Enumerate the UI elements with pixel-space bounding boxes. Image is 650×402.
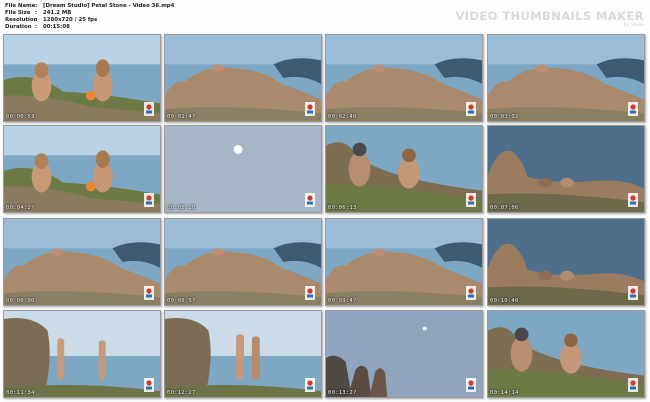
video-thumbnail[interactable]: 00:10:40 — [487, 218, 645, 306]
video-thumbnail[interactable]: 00:00:53 — [3, 34, 161, 122]
studio-logo-icon — [466, 378, 476, 392]
info-key: File Size — [5, 9, 31, 16]
thumbnail-image — [4, 35, 160, 121]
info-separator: : — [35, 23, 38, 30]
thumbnail-timestamp: 00:02:40 — [328, 114, 357, 120]
thumbnail-timestamp: 00:01:4? — [167, 114, 196, 120]
thumbnail-timestamp: 00:09:4? — [328, 298, 357, 304]
thumbnail-image — [326, 126, 482, 212]
video-thumbnail[interactable]: 00:12:27 — [164, 310, 322, 398]
studio-logo-icon — [628, 378, 638, 392]
info-row-file-name: File Name : [Dream Studio] Petal Stone -… — [5, 3, 174, 10]
video-thumbnail[interactable]: 00:06:13 — [325, 125, 483, 213]
thumbnail-image — [4, 219, 160, 305]
video-thumbnail[interactable]: 00:02:40 — [325, 34, 483, 122]
studio-logo-icon — [305, 193, 315, 207]
info-value-file-size: 241.2 MB — [43, 9, 72, 16]
video-thumbnail[interactable]: 00:05:20 — [164, 125, 322, 213]
thumbnail-timestamp: 00:14:14 — [490, 390, 519, 396]
studio-logo-icon — [305, 102, 315, 116]
thumbnail-image — [165, 219, 321, 305]
thumbnail-image — [488, 126, 644, 212]
video-thumbnail[interactable]: 00:13:2? — [325, 310, 483, 398]
thumbnail-timestamp: 00:00:53 — [6, 114, 35, 120]
thumbnail-image — [488, 35, 644, 121]
thumbnail-timestamp: 00:07:06 — [490, 205, 519, 211]
studio-logo-icon — [466, 286, 476, 300]
studio-logo-icon — [144, 286, 154, 300]
thumbnail-timestamp: 00:08:00 — [6, 298, 35, 304]
info-row-resolution: Resolution : 1280x720 / 25 fps — [5, 17, 174, 24]
video-thumbnail[interactable]: 00:09:4? — [325, 218, 483, 306]
thumbnail-timestamp: 00:04:2? — [6, 205, 35, 211]
studio-logo-icon — [305, 378, 315, 392]
thumbnail-image — [488, 311, 644, 397]
file-info-panel: File Name : [Dream Studio] Petal Stone -… — [5, 3, 174, 31]
studio-logo-icon — [144, 102, 154, 116]
thumbnail-image — [326, 311, 482, 397]
info-key: Duration — [5, 23, 32, 30]
video-thumbnail[interactable]: 00:08:5? — [164, 218, 322, 306]
video-thumbnail[interactable]: 00:11:34 — [3, 310, 161, 398]
thumbnail-timestamp: 00:12:27 — [167, 390, 196, 396]
video-thumbnail[interactable]: 00:08:00 — [3, 218, 161, 306]
thumbnail-image — [488, 219, 644, 305]
studio-logo-icon — [466, 193, 476, 207]
studio-logo-icon — [628, 286, 638, 300]
thumbnail-image — [165, 311, 321, 397]
info-value-resolution: 1280x720 / 25 fps — [43, 16, 98, 23]
video-thumbnail[interactable]: 00:14:14 — [487, 310, 645, 398]
thumbnail-timestamp: 00:03:32 — [490, 114, 519, 120]
thumbnail-timestamp: 00:10:40 — [490, 298, 519, 304]
info-key: Resolution — [5, 16, 38, 23]
info-separator: : — [35, 9, 38, 16]
studio-logo-icon — [144, 378, 154, 392]
thumbnail-image — [326, 35, 482, 121]
info-key: File Name — [5, 3, 36, 9]
thumbnail-timestamp: 00:06:13 — [328, 205, 357, 211]
thumbnail-timestamp: 00:13:2? — [328, 390, 357, 396]
video-thumbnail[interactable]: 00:01:4? — [164, 34, 322, 122]
info-row-file-size: File Size : 241.2 MB — [5, 10, 174, 17]
studio-logo-icon — [628, 102, 638, 116]
video-thumbnail[interactable]: 00:07:06 — [487, 125, 645, 213]
studio-logo-icon — [628, 193, 638, 207]
thumbnail-image — [326, 219, 482, 305]
thumbnail-timestamp: 00:05:20 — [167, 205, 196, 211]
video-thumbnail[interactable]: 00:03:32 — [487, 34, 645, 122]
studio-logo-icon — [305, 286, 315, 300]
thumbnail-timestamp: 00:11:34 — [6, 390, 35, 396]
video-thumbnail[interactable]: 00:04:2? — [3, 125, 161, 213]
thumbnail-timestamp: 00:08:5? — [167, 298, 196, 304]
studio-logo-icon — [466, 102, 476, 116]
studio-logo-icon — [144, 193, 154, 207]
thumbnail-image — [165, 126, 321, 212]
info-value-duration: 00:15:08 — [43, 23, 70, 30]
info-value-file-name: [Dream Studio] Petal Stone - Video 36.mp… — [43, 3, 175, 9]
info-separator: : — [35, 3, 38, 9]
thumbnail-image — [4, 126, 160, 212]
info-separator: : — [35, 16, 38, 23]
thumbnail-image — [165, 35, 321, 121]
brand-subtitle: by Stone — [624, 23, 644, 28]
thumbnail-image — [4, 311, 160, 397]
info-row-duration: Duration : 00:15:08 — [5, 24, 174, 31]
contact-sheet: File Name : [Dream Studio] Petal Stone -… — [0, 0, 650, 402]
brand-watermark: VIDEO THUMBNAILS MAKER by Stone — [455, 9, 644, 28]
brand-title: VIDEO THUMBNAILS MAKER — [455, 9, 644, 23]
